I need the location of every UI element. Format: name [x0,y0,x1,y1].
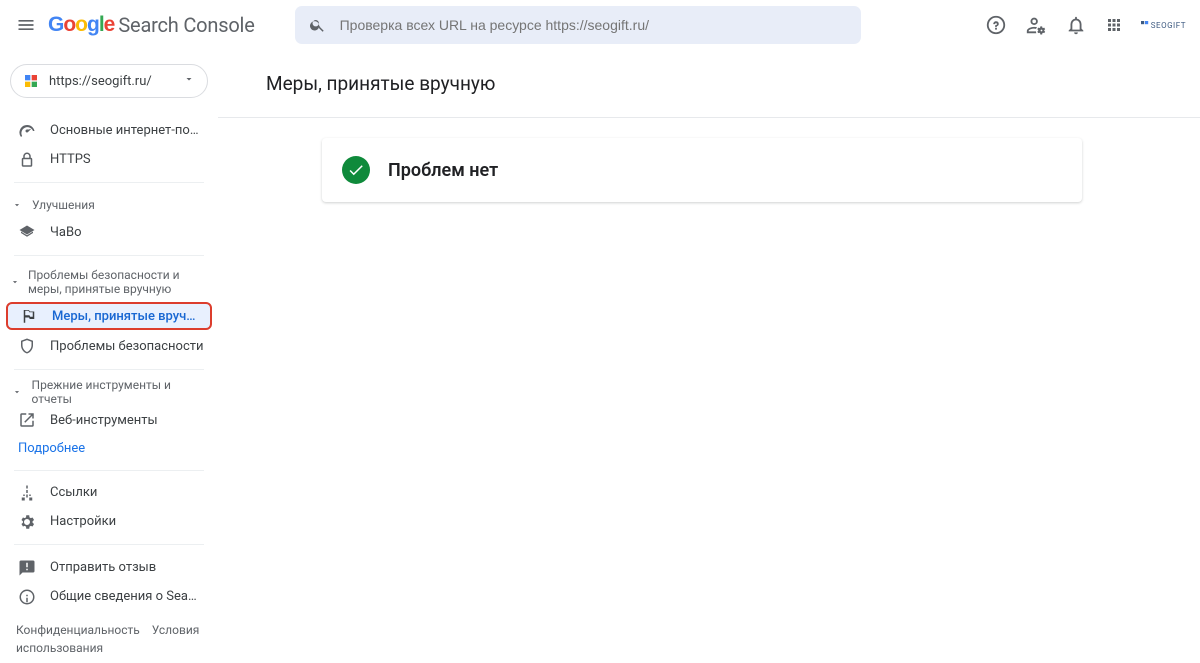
feedback-icon [18,559,36,577]
help-icon[interactable] [985,14,1007,36]
sidebar-item-settings[interactable]: Настройки [0,507,218,536]
check-circle-icon [342,156,370,184]
sitemap-icon [18,484,36,502]
url-inspection-input[interactable] [340,17,847,33]
status-text: Проблем нет [388,160,498,181]
sidebar-item-label: Проблемы безопасности [50,339,204,354]
lock-icon [18,151,36,169]
layers-icon [18,224,36,242]
brand-watermark: SEOGIFT [1141,21,1186,30]
speedometer-icon [18,122,36,140]
status-card: Проблем нет [322,138,1082,202]
sidebar-item-label: Основные интернет-по… [50,123,199,138]
property-url: https://seogift.ru/ [49,74,173,89]
title-separator [218,117,1200,118]
shield-icon [18,337,36,355]
triangle-down-icon [10,387,24,397]
sidebar-item-web-tools[interactable]: Веб-инструменты [0,406,218,435]
sidebar-item-faq[interactable]: ЧаВо [0,218,218,247]
flag-icon [20,307,38,325]
sidebar-section-security[interactable]: Проблемы безопасности и меры, принятые в… [0,264,218,300]
product-name: Search Console [118,13,254,37]
info-icon [18,588,36,606]
section-label: Проблемы безопасности и меры, принятые в… [28,268,208,296]
sidebar-item-label: Отправить отзыв [50,560,156,575]
main-content: Меры, принятые вручную Проблем нет [218,50,1200,663]
google-wordmark: Google [48,13,114,37]
sidebar-item-label: Ссылки [50,485,97,500]
triangle-down-icon [10,200,24,210]
page-title-row: Меры, принятые вручную [266,50,1200,113]
sidebar-item-label: Меры, принятые вручн… [52,309,200,324]
nav-separator [14,369,204,370]
apps-grid-icon[interactable] [1105,16,1123,34]
url-inspection-search[interactable] [295,6,861,44]
nav-separator [14,255,204,256]
sidebar-item-manual-actions[interactable]: Меры, принятые вручн… [6,302,212,329]
privacy-link[interactable]: Конфиденциальность [16,623,140,637]
sidebar-item-label: Настройки [50,514,116,529]
search-icon [309,16,326,34]
nav-separator [14,182,204,183]
section-label: Улучшения [32,198,95,212]
nav-separator [14,470,204,471]
sidebar-item-https[interactable]: HTTPS [0,145,218,174]
property-icon [23,73,39,89]
app-header: Google Search Console SEOGIFT [0,0,1200,50]
triangle-down-icon [10,277,20,287]
section-label: Прежние инструменты и отчеты [32,378,208,406]
hamburger-menu-button[interactable] [14,13,38,37]
sidebar-item-about[interactable]: Общие сведения о Sea… [0,582,218,611]
sidebar-footer: Конфиденциальность Условия использования [0,611,218,663]
sidebar-item-more[interactable]: Подробнее [0,435,218,462]
open-in-new-icon [18,411,36,429]
chevron-down-icon [183,73,195,89]
menu-icon [16,15,36,35]
sidebar-item-label: ЧаВо [50,225,81,240]
notifications-icon[interactable] [1065,14,1087,36]
sidebar-item-links[interactable]: Ссылки [0,479,218,508]
nav-separator [14,544,204,545]
sidebar-item-label: Веб-инструменты [50,413,158,428]
sidebar-item-label: HTTPS [50,152,91,167]
sidebar-item-core-web-vitals[interactable]: Основные интернет-по… [0,116,218,145]
product-logo[interactable]: Google Search Console [48,13,255,37]
sidebar-item-feedback[interactable]: Отправить отзыв [0,553,218,582]
sidebar-section-enhancements[interactable]: Улучшения [0,191,218,218]
sidebar-item-label: Общие сведения о Sea… [50,589,197,604]
page-title: Меры, принятые вручную [266,72,1200,95]
sidebar-item-security-issues[interactable]: Проблемы безопасности [0,332,218,361]
sidebar: https://seogift.ru/ Основные интернет-по… [0,50,218,663]
property-selector[interactable]: https://seogift.ru/ [10,64,208,98]
user-settings-icon[interactable] [1025,14,1047,36]
sidebar-section-legacy[interactable]: Прежние инструменты и отчеты [0,378,218,406]
gear-icon [18,513,36,531]
